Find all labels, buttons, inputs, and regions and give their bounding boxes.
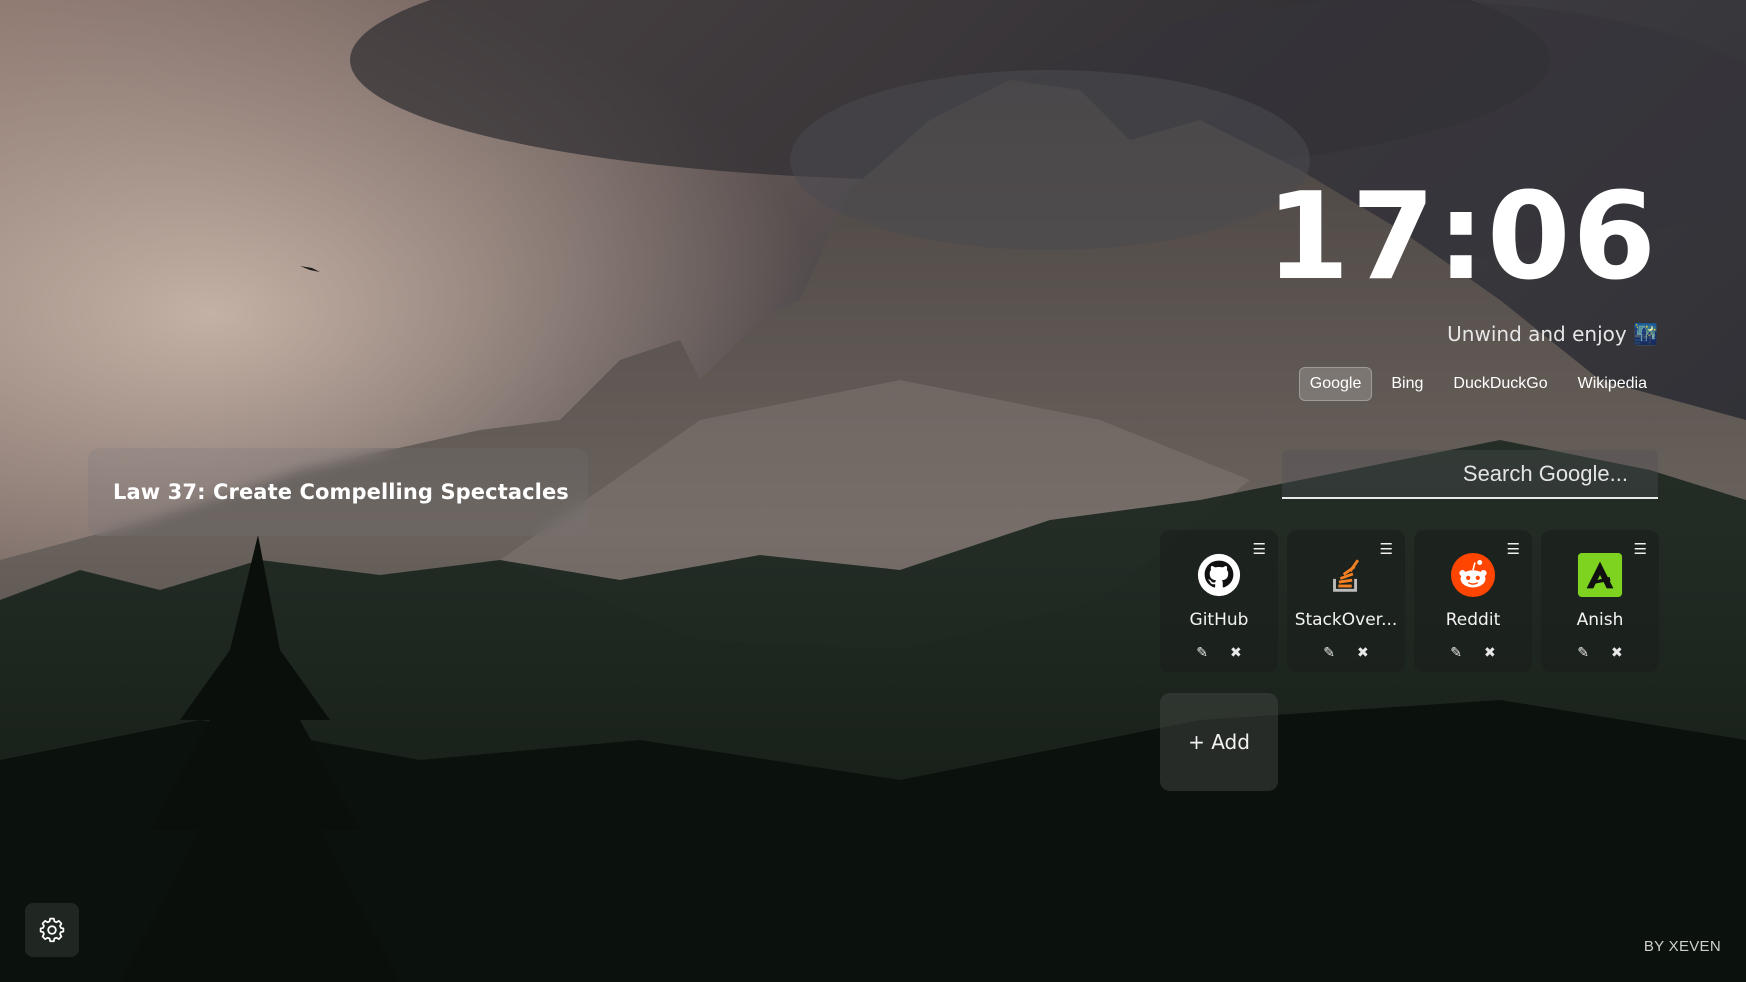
greeting: Unwind and enjoy 🌃 xyxy=(1447,322,1658,346)
quote-text: Law 37: Create Compelling Spectacles xyxy=(113,480,569,504)
edit-icon[interactable]: ✎ xyxy=(1577,644,1589,661)
engine-duckduckgo[interactable]: DuckDuckGo xyxy=(1442,367,1558,401)
tile-actions: ✎ ✖ xyxy=(1541,644,1659,661)
search-box xyxy=(1282,450,1658,499)
credit-text: BY XEVEN xyxy=(1643,938,1721,955)
shortcut-label: StackOver... xyxy=(1294,610,1398,630)
tile-menu-icon[interactable]: ☰ xyxy=(1634,542,1647,557)
shortcut-label: GitHub xyxy=(1189,610,1249,630)
search-input[interactable] xyxy=(1282,460,1628,487)
shortcut-reddit[interactable]: ☰ Reddit ✎ ✖ xyxy=(1414,530,1532,672)
shortcut-anish[interactable]: ☰ Anish ✎ ✖ xyxy=(1541,530,1659,672)
gear-icon xyxy=(39,917,65,943)
reddit-icon xyxy=(1450,552,1496,598)
quote-card: Law 37: Create Compelling Spectacles xyxy=(88,448,588,536)
clock: 17:06 xyxy=(1266,168,1658,307)
engine-google[interactable]: Google xyxy=(1298,367,1373,401)
tile-menu-icon[interactable]: ☰ xyxy=(1253,542,1266,557)
github-icon xyxy=(1197,553,1241,597)
tile-actions: ✎ ✖ xyxy=(1287,644,1405,661)
shortcut-label: Anish xyxy=(1576,610,1624,630)
tile-actions: ✎ ✖ xyxy=(1414,644,1532,661)
shortcut-stackoverflow[interactable]: ☰ StackOver... ✎ ✖ xyxy=(1287,530,1405,672)
edit-icon[interactable]: ✎ xyxy=(1196,644,1208,661)
night-city-icon: 🌃 xyxy=(1633,322,1658,346)
shortcut-label: Reddit xyxy=(1445,610,1501,630)
edit-icon[interactable]: ✎ xyxy=(1323,644,1335,661)
add-shortcut-button[interactable]: + Add xyxy=(1160,693,1278,791)
greeting-text: Unwind and enjoy xyxy=(1447,322,1627,346)
delete-icon[interactable]: ✖ xyxy=(1230,644,1242,661)
edit-icon[interactable]: ✎ xyxy=(1450,644,1462,661)
delete-icon[interactable]: ✖ xyxy=(1484,644,1496,661)
tile-actions: ✎ ✖ xyxy=(1160,644,1278,661)
stackoverflow-icon xyxy=(1333,559,1360,592)
tile-menu-icon[interactable]: ☰ xyxy=(1380,542,1393,557)
engine-bing[interactable]: Bing xyxy=(1380,367,1434,401)
shortcut-grid: ☰ GitHub ✎ ✖ ☰ StackOver... ✎ ✖ ☰ Reddit… xyxy=(1160,530,1659,672)
search-engine-selector: Google Bing DuckDuckGo Wikipedia xyxy=(1298,367,1658,401)
anish-icon xyxy=(1577,552,1623,598)
tile-menu-icon[interactable]: ☰ xyxy=(1507,542,1520,557)
delete-icon[interactable]: ✖ xyxy=(1611,644,1623,661)
settings-button[interactable] xyxy=(25,903,79,957)
shortcut-github[interactable]: ☰ GitHub ✎ ✖ xyxy=(1160,530,1278,672)
engine-wikipedia[interactable]: Wikipedia xyxy=(1567,367,1658,401)
delete-icon[interactable]: ✖ xyxy=(1357,644,1369,661)
